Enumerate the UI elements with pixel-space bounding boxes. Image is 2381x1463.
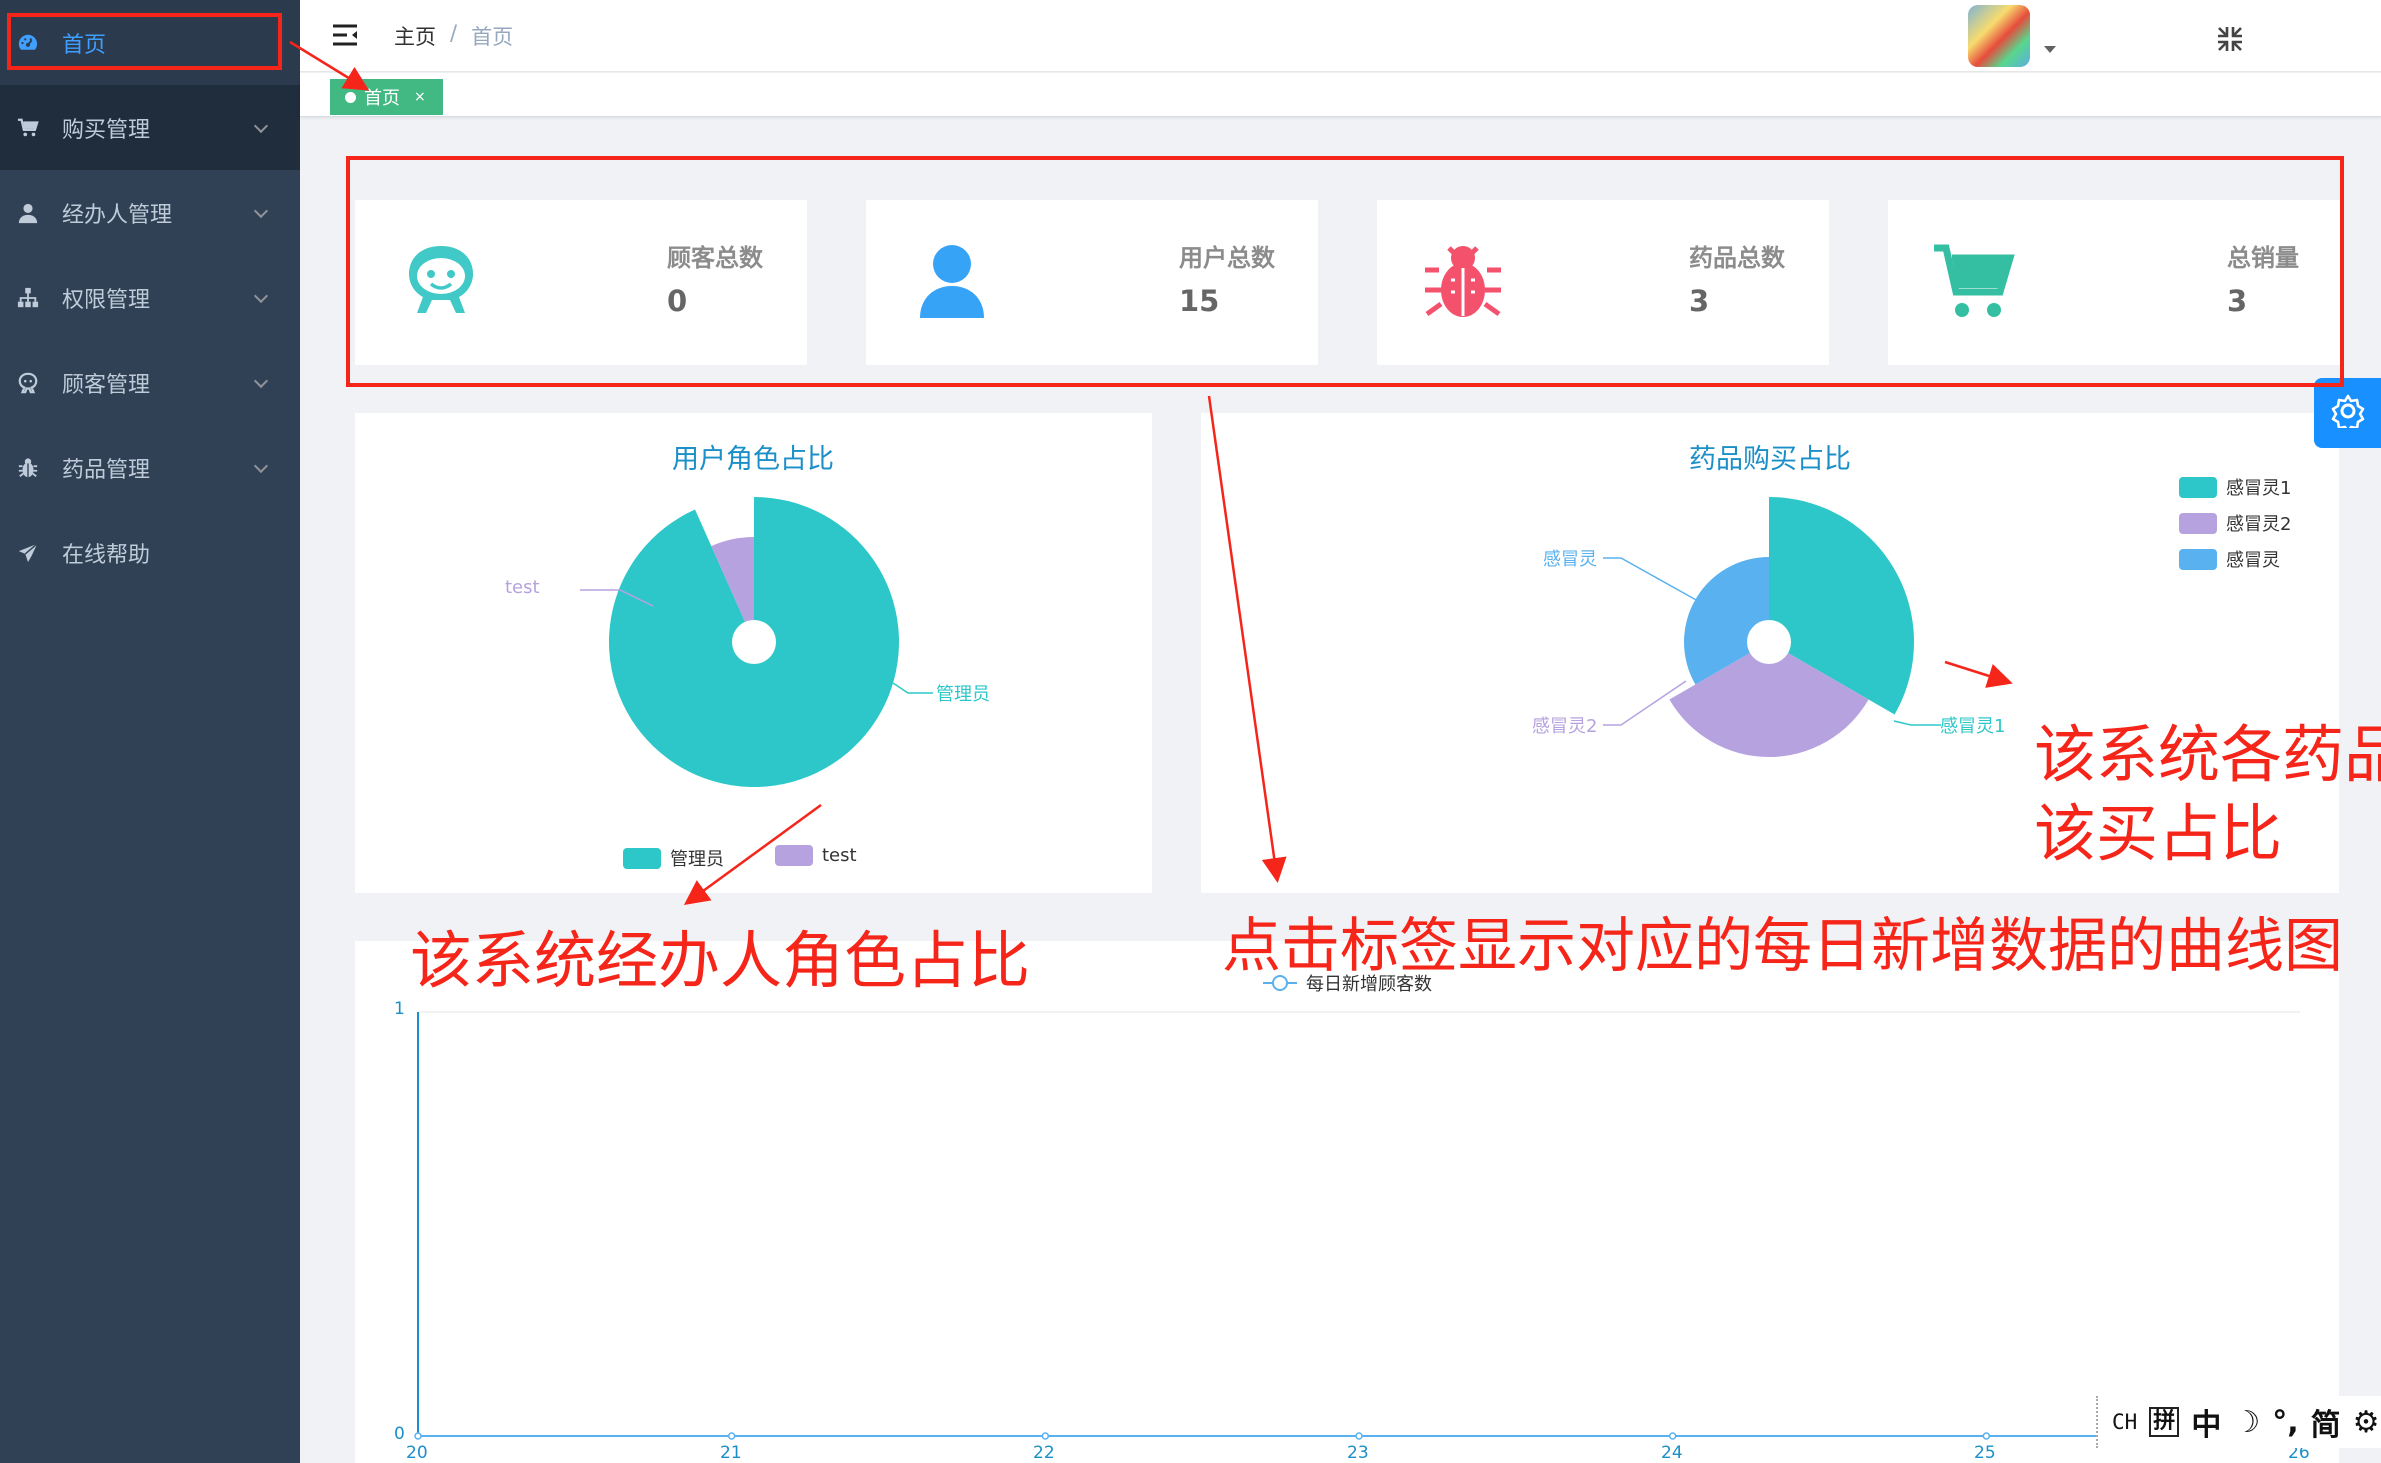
ime-toolbar[interactable]: CH 拼 中 ☽ °, 简 ⚙ [2096,1396,2381,1448]
ime-mode[interactable]: 拼 [2149,1407,2180,1437]
x-tick-label: 20 [406,1443,428,1463]
x-tick-label: 22 [1033,1443,1055,1463]
data-point[interactable] [727,1432,736,1440]
data-point[interactable] [1982,1432,1991,1440]
x-tick-label: 21 [720,1443,742,1463]
y-tick-label: 0 [394,1424,405,1444]
line-series [414,1432,2304,1440]
data-point[interactable] [1668,1432,1677,1440]
gear-icon [2331,394,2365,434]
moon-icon[interactable]: ☽ [2233,1405,2260,1440]
line-chart-svg [414,975,2304,1440]
x-tick-label: 24 [1661,1443,1683,1463]
data-point[interactable] [1041,1432,1050,1440]
y-tick-label: 1 [394,999,405,1019]
ime-simplified[interactable]: 简 [2311,1400,2341,1444]
gear-icon[interactable]: ⚙ [2353,1405,2380,1440]
ime-lang[interactable]: CH [2112,1410,2137,1434]
settings-button[interactable] [2314,378,2381,448]
ime-chinese[interactable]: 中 [2191,1400,2221,1444]
annotation-pie1: 该系统经办人角色占比 [410,924,1031,997]
data-point[interactable] [414,1432,422,1440]
annotation-pie2-line2: 该买占比 [2034,797,2283,870]
x-tick-label: 25 [1974,1443,1996,1463]
annotation-line: 点击标签显示对应的每日新增数据的曲线图 [1222,911,2344,980]
x-tick-label: 23 [1347,1443,1369,1463]
punctuation-icon[interactable]: °, [2272,1405,2298,1440]
data-point[interactable] [1355,1432,1363,1440]
annotation-pie2-line1: 该系统各药品 [2034,718,2381,791]
